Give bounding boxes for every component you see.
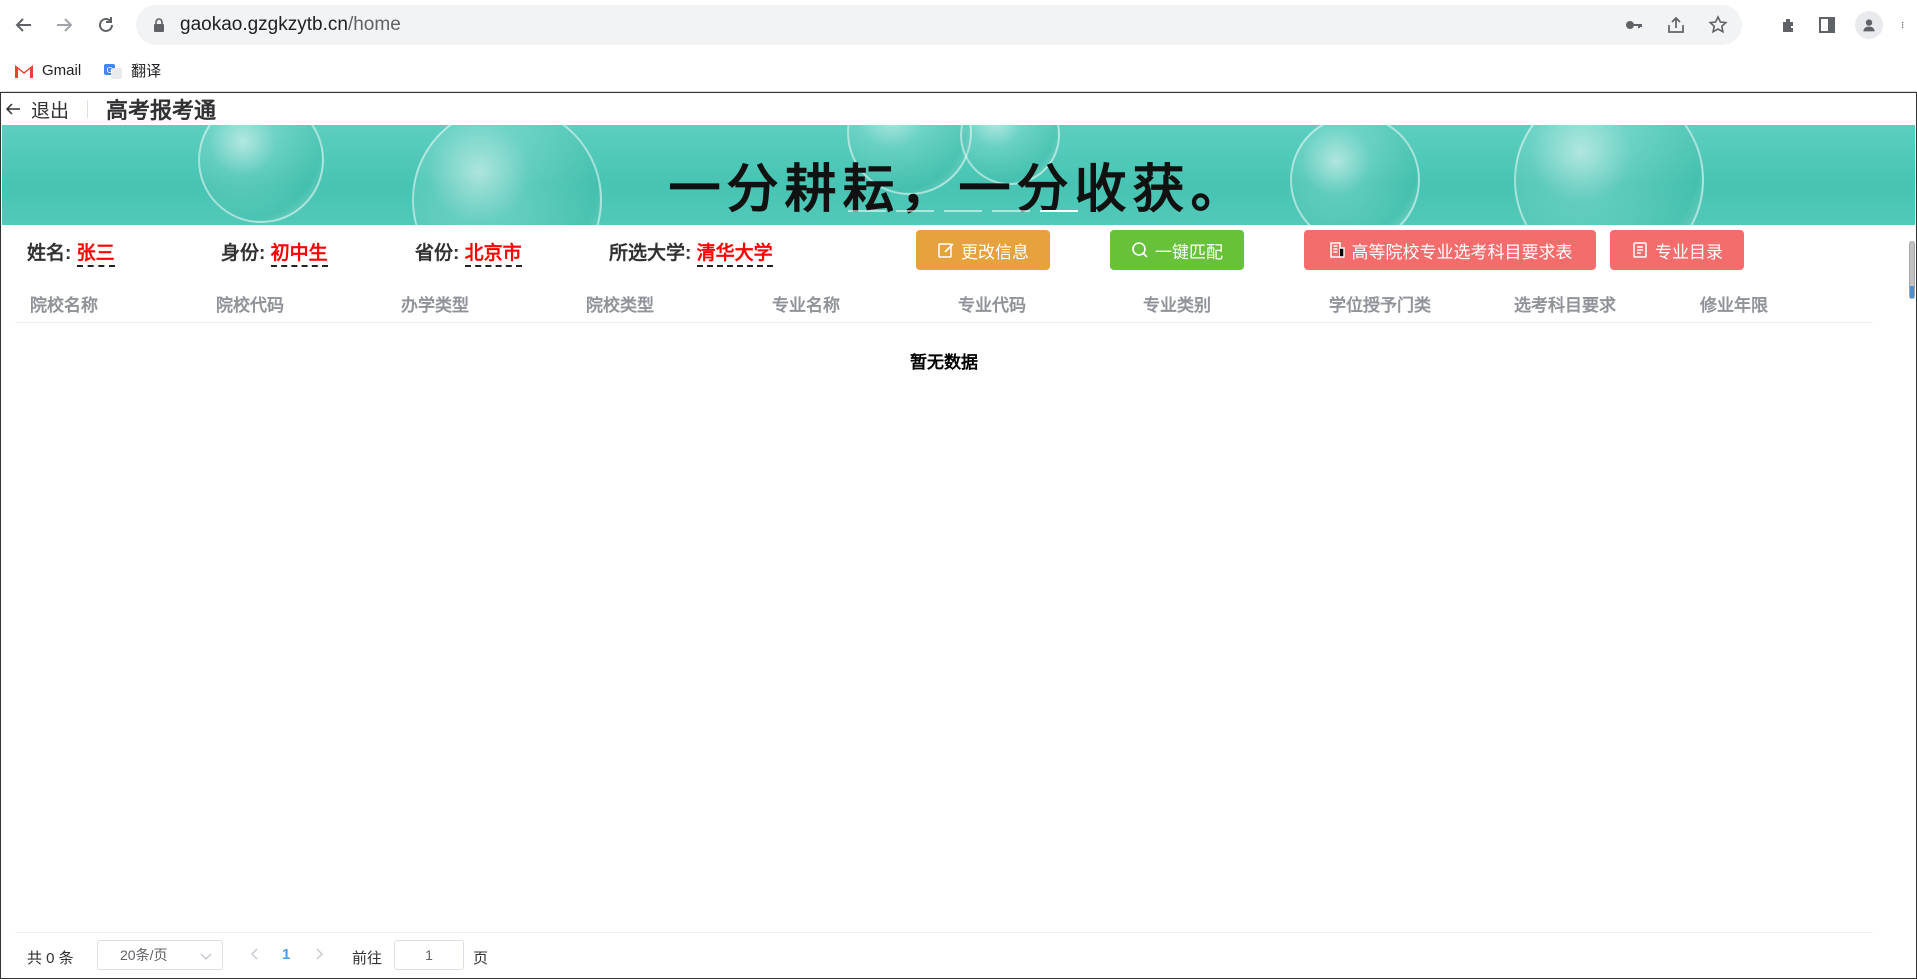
university-label: 所选大学:: [609, 243, 692, 264]
key-icon[interactable]: [1624, 15, 1644, 35]
person-icon: [1863, 19, 1875, 32]
share-icon[interactable]: [1666, 15, 1686, 35]
carousel-dot[interactable]: [848, 210, 886, 212]
forward-arrow-icon[interactable]: [46, 7, 82, 43]
name-value: 张三: [76, 243, 115, 267]
search-icon: [1132, 242, 1148, 258]
goto-page-input[interactable]: [394, 940, 464, 970]
subject-requirements-label: 高等院校专业选考科目要求表: [1351, 242, 1573, 262]
column-header[interactable]: 选考科目要求: [1514, 291, 1616, 316]
major-catalog-label: 专业目录: [1655, 242, 1723, 262]
column-header[interactable]: 修业年限: [1700, 291, 1768, 316]
column-header[interactable]: 专业代码: [958, 291, 1026, 316]
next-page-button[interactable]: [313, 947, 325, 964]
bookmark-translate[interactable]: G 翻译: [103, 60, 161, 81]
side-panel-icon[interactable]: [1817, 15, 1837, 35]
page-header: 退出 高考报考通: [1, 93, 1916, 125]
column-header[interactable]: 院校名称: [30, 291, 98, 316]
province-label: 省份:: [415, 243, 460, 264]
page-size-select[interactable]: 20条/页: [97, 940, 223, 970]
chevron-left-icon: [251, 948, 258, 960]
column-header[interactable]: 院校类型: [586, 291, 654, 316]
star-icon[interactable]: [1708, 15, 1728, 35]
exit-button[interactable]: 退出: [5, 100, 89, 122]
carousel-dot[interactable]: [896, 210, 934, 212]
university-value: 清华大学: [696, 243, 773, 267]
chevron-right-icon: [316, 948, 323, 960]
university-field: 所选大学: 清华大学: [609, 238, 773, 267]
column-header[interactable]: 院校代码: [216, 291, 284, 316]
back-arrow-icon[interactable]: [6, 7, 42, 43]
vertical-scrollbar[interactable]: [1909, 241, 1915, 299]
subject-requirements-button[interactable]: 高等院校专业选考科目要求表: [1304, 230, 1596, 270]
name-field: 姓名: 张三: [27, 238, 115, 267]
page-frame: 退出 高考报考通 一分耕耘，一分收获。 姓名: 张三 身份: 初中生 省份: 北…: [0, 92, 1917, 979]
extensions-icon[interactable]: [1779, 15, 1799, 35]
carousel-dot-active[interactable]: [1040, 210, 1078, 212]
table-header: 院校名称 院校代码 办学类型 院校类型 专业名称 专业代码 专业类别 学位授予门…: [15, 279, 1873, 323]
browser-toolbar: gaokao.gzgkzytb.cn/home: [0, 0, 1917, 50]
arrow-left-icon: [5, 103, 20, 115]
column-header[interactable]: 办学类型: [401, 291, 469, 316]
name-label: 姓名:: [27, 243, 72, 264]
province-value: 北京市: [464, 243, 522, 267]
province-field: 省份: 北京市: [415, 238, 522, 267]
lock-icon: [154, 18, 164, 32]
url-text: gaokao.gzgkzytb.cn/home: [180, 14, 401, 35]
address-bar[interactable]: gaokao.gzgkzytb.cn/home: [136, 5, 1742, 45]
carousel-dot[interactable]: [944, 210, 982, 212]
chevron-down-icon: [200, 953, 212, 960]
page-unit-label: 页: [473, 950, 489, 967]
column-header[interactable]: 学位授予门类: [1329, 291, 1431, 316]
identity-label: 身份:: [221, 243, 266, 264]
column-header[interactable]: 专业类别: [1143, 291, 1211, 316]
document-icon: [1633, 242, 1647, 258]
bookmark-gmail[interactable]: Gmail: [14, 62, 81, 79]
total-count: 共 0 条: [27, 950, 74, 967]
pagination: 共 0 条 20条/页 1 前往 页: [1, 933, 1901, 977]
bookmarks-bar: Gmail G 翻译: [0, 50, 1917, 92]
exit-label: 退出: [31, 100, 70, 122]
svg-text:G: G: [107, 66, 113, 75]
edit-icon: [938, 243, 954, 258]
carousel-dot[interactable]: [992, 210, 1030, 212]
menu-dots-icon[interactable]: [1901, 15, 1909, 35]
carousel-indicators: [848, 210, 1078, 212]
one-click-match-button[interactable]: 一键匹配: [1110, 230, 1244, 270]
empty-state-text: 暂无数据: [910, 353, 978, 372]
prev-page-button[interactable]: [249, 947, 261, 964]
page-number-current[interactable]: 1: [282, 946, 290, 963]
gmail-icon: [15, 64, 33, 78]
banner-carousel: 一分耕耘，一分收获。: [2, 125, 1915, 225]
one-click-match-label: 一键匹配: [1155, 242, 1223, 262]
bookmark-label: Gmail: [42, 62, 82, 79]
reload-icon[interactable]: [88, 7, 124, 43]
identity-value: 初中生: [270, 243, 328, 267]
goto-label: 前往: [352, 950, 383, 967]
identity-field: 身份: 初中生: [221, 238, 328, 267]
profile-avatar[interactable]: [1855, 11, 1883, 39]
edit-info-button[interactable]: 更改信息: [916, 230, 1050, 270]
page-size-value: 20条/页: [120, 947, 168, 963]
column-header[interactable]: 专业名称: [772, 291, 840, 316]
translate-icon: G: [104, 63, 123, 79]
bookmark-label: 翻译: [131, 63, 162, 80]
page-title: 高考报考通: [106, 98, 217, 123]
edit-info-label: 更改信息: [961, 242, 1029, 262]
building-icon: [1329, 242, 1345, 258]
major-catalog-button[interactable]: 专业目录: [1610, 230, 1744, 270]
